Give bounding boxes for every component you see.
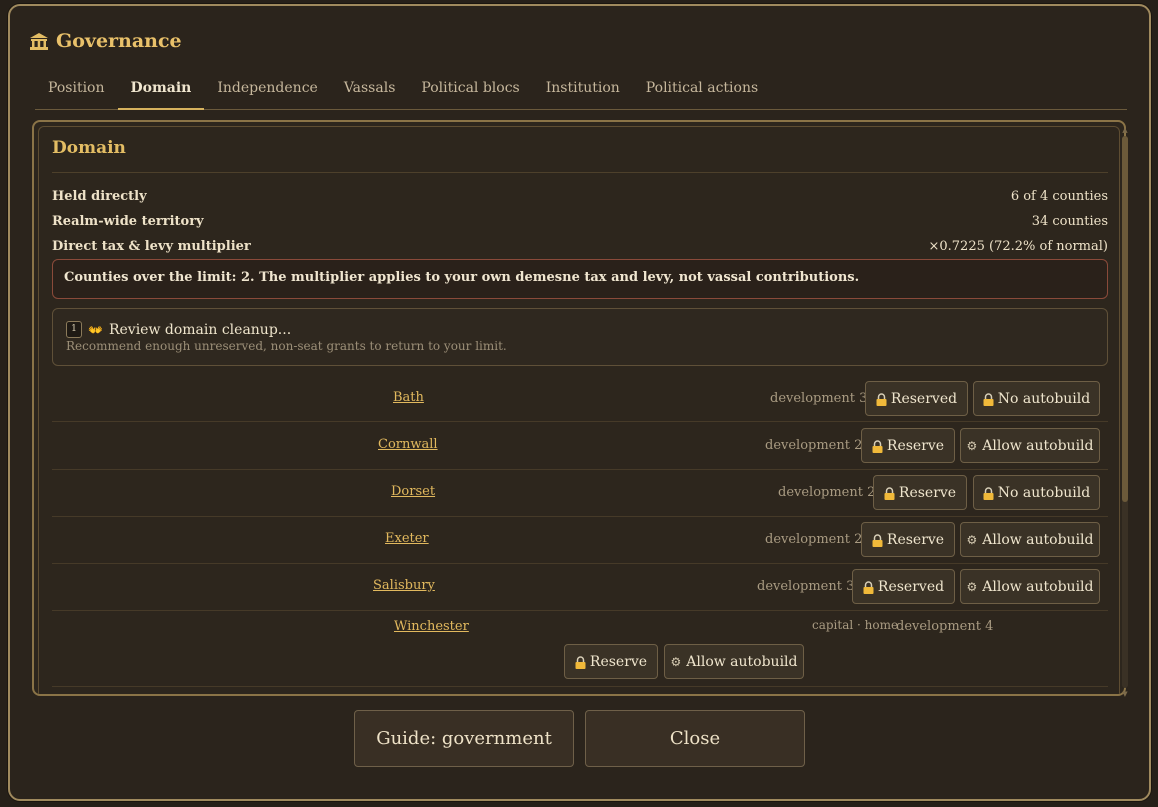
county-link-bath[interactable]: Bath xyxy=(393,390,424,405)
lock-icon xyxy=(575,655,586,669)
tab-institution[interactable]: Institution xyxy=(533,72,633,110)
development-label: development 2 xyxy=(765,532,863,547)
autobuild-label: No autobuild xyxy=(997,484,1091,501)
reserve-label: Reserved xyxy=(890,390,958,407)
scroll-down-arrow-icon[interactable]: ▼ xyxy=(1121,690,1129,698)
county-row: Bath development 3 Reserved No autobuild xyxy=(52,376,1108,422)
county-row: Exeter development 2 Reserve ⚙ Allow aut… xyxy=(52,517,1108,564)
autobuild-label: No autobuild xyxy=(997,390,1091,407)
stat-value: ×0.7225 (72.2% of normal) xyxy=(928,239,1108,254)
scroll-track[interactable] xyxy=(1122,136,1128,688)
tab-vassals[interactable]: Vassals xyxy=(331,72,409,110)
stat-label: Direct tax & levy multiplier xyxy=(52,239,251,254)
county-row: Dorset development 2 Reserve No autobuil… xyxy=(52,470,1108,517)
gear-icon: ⚙ xyxy=(966,532,978,547)
over-limit-warning: Counties over the limit: 2. The multipli… xyxy=(52,259,1108,299)
county-row: Cornwall development 2 Reserve ⚙ Allow a… xyxy=(52,423,1108,470)
reserve-label: Reserve xyxy=(898,484,957,501)
stat-tax-levy-multiplier: Direct tax & levy multiplier ×0.7225 (72… xyxy=(52,239,1108,259)
governance-window: Governance Position Domain Independence … xyxy=(8,4,1151,801)
gear-icon: ⚙ xyxy=(670,654,682,669)
development-label: development 3 xyxy=(770,391,868,406)
reserve-button[interactable]: Reserve xyxy=(564,644,658,679)
autobuild-label: Allow autobuild xyxy=(982,531,1094,548)
government-building-icon xyxy=(28,30,50,52)
lock-icon xyxy=(983,392,994,406)
county-row: Winchester capital · home development 4 … xyxy=(52,611,1108,687)
guide-government-button[interactable]: Guide: government xyxy=(354,710,574,767)
development-label: development 2 xyxy=(765,438,863,453)
county-row: Salisbury development 3 Reserved ⚙ Allow… xyxy=(52,564,1108,611)
gear-icon: ⚙ xyxy=(966,579,978,594)
lock-icon xyxy=(876,392,887,406)
stat-label: Realm-wide territory xyxy=(52,214,204,229)
domain-heading: Domain xyxy=(52,138,126,158)
gear-icon: ⚙ xyxy=(966,438,978,453)
county-tags: capital · home xyxy=(812,618,899,632)
county-link-exeter[interactable]: Exeter xyxy=(385,531,429,546)
cleanup-title-row: 1 👐 Review domain cleanup... xyxy=(66,321,1094,338)
autobuild-button[interactable]: ⚙ Allow autobuild xyxy=(664,644,804,679)
tab-political-blocs[interactable]: Political blocs xyxy=(408,72,532,110)
autobuild-button[interactable]: ⚙ Allow autobuild xyxy=(960,428,1100,463)
reserve-label: Reserve xyxy=(886,437,945,454)
lock-icon xyxy=(872,439,883,453)
tab-position[interactable]: Position xyxy=(35,72,118,110)
close-button[interactable]: Close xyxy=(585,710,805,767)
county-link-cornwall[interactable]: Cornwall xyxy=(378,437,438,452)
stat-realm-territory: Realm-wide territory 34 counties xyxy=(52,214,1108,234)
cleanup-description: Recommend enough unreserved, non-seat gr… xyxy=(66,339,507,353)
autobuild-label: Allow autobuild xyxy=(686,653,798,670)
scroll-thumb[interactable] xyxy=(1122,136,1128,502)
development-label: development 3 xyxy=(757,579,855,594)
reserve-button[interactable]: Reserve xyxy=(861,428,955,463)
tab-independence[interactable]: Independence xyxy=(204,72,330,110)
hotkey-badge: 1 xyxy=(66,321,82,338)
scroll-up-arrow-icon[interactable]: ▲ xyxy=(1121,126,1129,134)
autobuild-button[interactable]: No autobuild xyxy=(973,475,1100,510)
handshake-icon: 👐 xyxy=(88,322,103,337)
tab-political-actions[interactable]: Political actions xyxy=(633,72,771,110)
lock-icon xyxy=(884,486,895,500)
reserve-button[interactable]: Reserved xyxy=(852,569,955,604)
lock-icon xyxy=(872,533,883,547)
cleanup-title: Review domain cleanup... xyxy=(108,321,292,338)
autobuild-label: Allow autobuild xyxy=(982,437,1094,454)
divider xyxy=(52,172,1108,173)
reserve-button[interactable]: Reserve xyxy=(861,522,955,557)
reserve-button[interactable]: Reserve xyxy=(873,475,967,510)
lock-icon xyxy=(983,486,994,500)
development-label: development 4 xyxy=(896,619,994,634)
autobuild-button[interactable]: ⚙ Allow autobuild xyxy=(960,522,1100,557)
window-title: Governance xyxy=(56,30,182,52)
development-label: development 2 xyxy=(778,485,876,500)
panel-scrollbar[interactable]: ▲ ▼ xyxy=(1121,126,1129,698)
county-link-winchester[interactable]: Winchester xyxy=(394,619,469,634)
window-title-row: Governance xyxy=(28,30,182,52)
reserve-button[interactable]: Reserved xyxy=(865,381,968,416)
domain-cleanup-button[interactable]: 1 👐 Review domain cleanup... Recommend e… xyxy=(52,308,1108,366)
autobuild-button[interactable]: ⚙ Allow autobuild xyxy=(960,569,1100,604)
autobuild-label: Allow autobuild xyxy=(982,578,1094,595)
tab-domain[interactable]: Domain xyxy=(117,72,205,110)
county-link-salisbury[interactable]: Salisbury xyxy=(373,578,435,593)
autobuild-button[interactable]: No autobuild xyxy=(973,381,1100,416)
stat-value: 6 of 4 counties xyxy=(1010,189,1108,204)
reserve-label: Reserve xyxy=(589,653,648,670)
tab-bar: Position Domain Independence Vassals Pol… xyxy=(35,72,1127,110)
domain-panel: Domain Held directly 6 of 4 counties Rea… xyxy=(32,120,1126,696)
lock-icon xyxy=(863,580,874,594)
stat-held-directly: Held directly 6 of 4 counties xyxy=(52,189,1108,209)
stat-label: Held directly xyxy=(52,189,147,204)
reserve-label: Reserve xyxy=(886,531,945,548)
stat-value: 34 counties xyxy=(1031,214,1108,229)
county-link-dorset[interactable]: Dorset xyxy=(391,484,435,499)
reserve-label: Reserved xyxy=(877,578,945,595)
